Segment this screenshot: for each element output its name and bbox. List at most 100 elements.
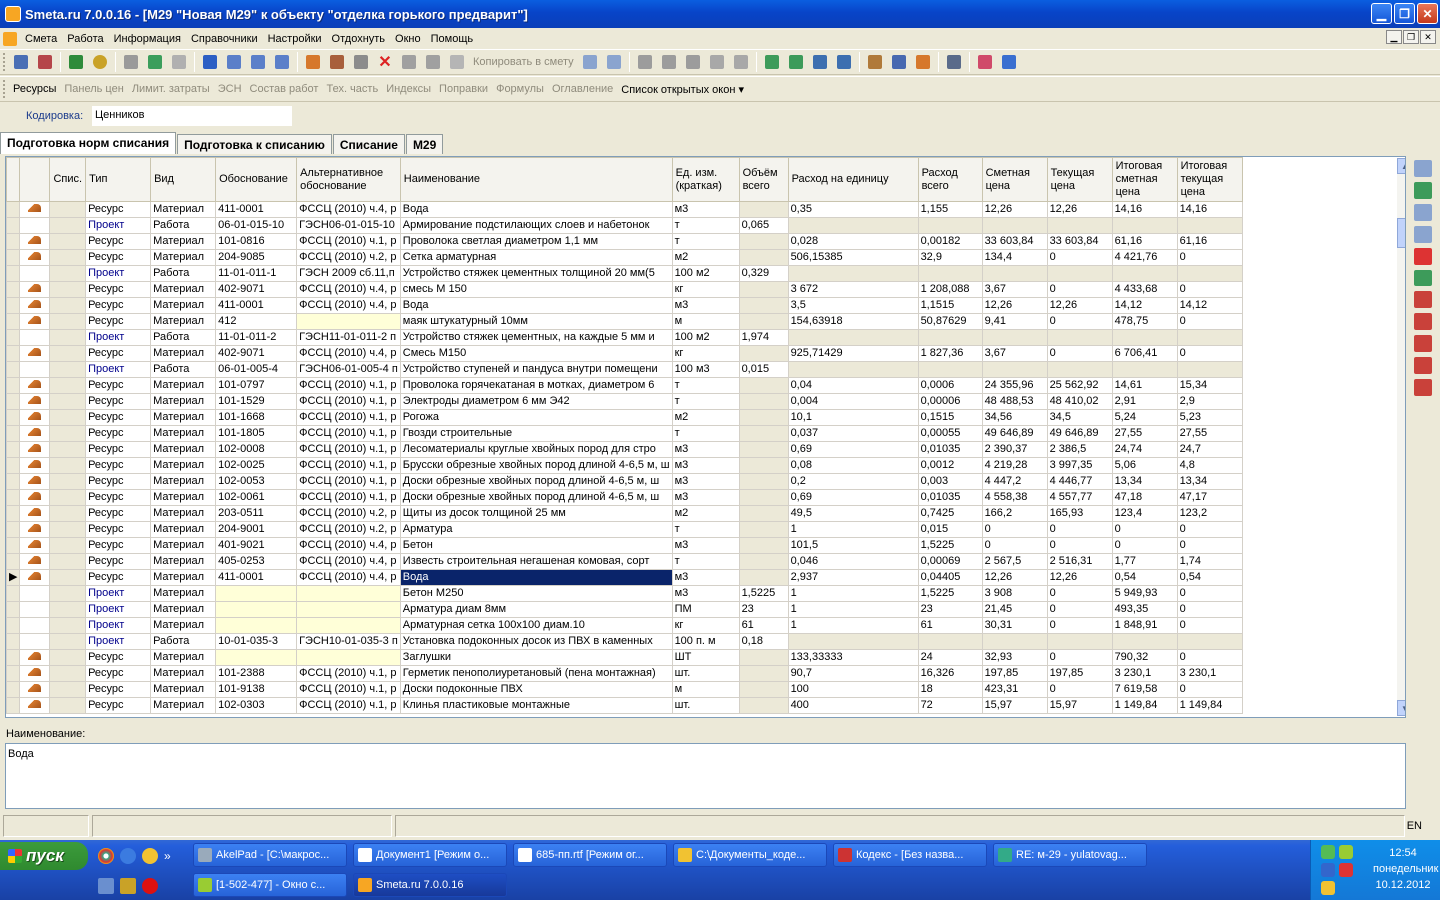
work-composition-button[interactable]: Состав работ [246, 83, 323, 95]
table-cell[interactable]: 411-0001 [215, 201, 298, 218]
name-textarea[interactable]: Вода [5, 743, 1406, 809]
mdi-minimize-button[interactable]: ▁ [1386, 30, 1402, 44]
tab-norm-preparation[interactable]: Подготовка норм списания [0, 132, 177, 154]
move-down-icon[interactable] [809, 51, 831, 73]
table-cell[interactable] [981, 329, 1048, 346]
table-cell[interactable]: т [671, 425, 740, 442]
table-cell[interactable]: м3 [671, 489, 740, 506]
table-cell[interactable]: ФССЦ (2010) ч.1, р [296, 681, 401, 698]
table-cell[interactable]: 411-0001 [215, 569, 298, 586]
table-row[interactable]: Ресурс Материал 412 маяк штукатурный 10мм м 1… [6, 313, 1243, 330]
table-cell[interactable] [787, 265, 919, 282]
table-cell[interactable] [738, 377, 789, 394]
table-cell[interactable]: Бетон М250 [399, 585, 673, 602]
table-cell[interactable] [787, 633, 919, 650]
table-cell[interactable] [787, 329, 919, 346]
table-cell[interactable]: 101-0816 [215, 233, 298, 250]
table-cell[interactable]: 102-0053 [215, 473, 298, 490]
table-cell[interactable] [1046, 633, 1113, 650]
table-cell[interactable]: 24,74 [1111, 441, 1178, 458]
block-icon[interactable] [350, 51, 372, 73]
table-cell[interactable]: 0 [1046, 537, 1113, 554]
table-cell[interactable]: 1 848,91 [1111, 617, 1178, 634]
table-cell[interactable]: 102-0025 [215, 457, 298, 474]
table-cell[interactable]: Ресурс [85, 249, 152, 266]
table-cell[interactable]: 0,015 [738, 361, 789, 378]
table-cell[interactable]: Материал [150, 665, 217, 682]
table-cell[interactable]: ГЭСН06-01-015-10 [296, 217, 401, 234]
table-cell[interactable]: 9,41 [981, 313, 1048, 330]
table-row[interactable]: ▶ Ресурс Материал 411-0001 ФССЦ (2010) ч.4, … [6, 569, 1243, 586]
table-cell[interactable] [1111, 633, 1178, 650]
task-document1[interactable]: Документ1 [Режим о... [353, 843, 507, 867]
table-row[interactable]: Ресурс Материал 102-0303 ФССЦ (2010) ч.1, р… [6, 697, 1243, 714]
table-cell[interactable]: 0 [1176, 537, 1243, 554]
table-cell[interactable]: Ресурс [85, 505, 152, 522]
table-cell[interactable]: 7 619,58 [1111, 681, 1178, 698]
table-cell[interactable]: ФССЦ (2010) ч.1, р [296, 393, 401, 410]
tech-part-button[interactable]: Тех. часть [322, 83, 382, 95]
table-cell[interactable]: 13,34 [1176, 473, 1243, 490]
table-cell[interactable]: 12,26 [1046, 569, 1113, 586]
table-cell[interactable] [215, 601, 298, 618]
quick-launch-more[interactable]: » [164, 849, 171, 863]
table-cell[interactable]: ФССЦ (2010) ч.1, р [296, 457, 401, 474]
table-cell[interactable]: м2 [671, 249, 740, 266]
table-cell[interactable]: Материал [150, 681, 217, 698]
table-cell[interactable] [49, 489, 87, 506]
table-cell[interactable]: 203-0511 [215, 505, 298, 522]
table-cell[interactable]: 0,04405 [917, 569, 983, 586]
table-cell[interactable]: 0 [1046, 249, 1113, 266]
table-cell[interactable]: 1,5225 [917, 585, 983, 602]
table-cell[interactable]: кг [671, 345, 740, 362]
table-row[interactable]: Ресурс Материал 405-0253 ФССЦ (2010) ч.4, р… [6, 553, 1243, 570]
table-cell[interactable]: Доски подоконные ПВХ [399, 681, 673, 698]
refresh-icon[interactable] [144, 51, 166, 73]
table-cell[interactable]: 493,35 [1111, 601, 1178, 618]
table-cell[interactable]: 14,16 [1111, 201, 1178, 218]
table-cell[interactable]: Материал [150, 489, 217, 506]
desktop-icon[interactable] [98, 878, 114, 894]
table-cell[interactable]: 0,046 [787, 553, 919, 570]
book-blue-icon[interactable] [998, 51, 1020, 73]
table-cell[interactable]: кг [671, 617, 740, 634]
table-row[interactable]: Ресурс Материал 203-0511 ФССЦ (2010) ч.2, р… [6, 505, 1243, 522]
table-cell[interactable]: 101-1668 [215, 409, 298, 426]
table-cell[interactable]: 101-1805 [215, 425, 298, 442]
table-cell[interactable]: 0,01035 [917, 441, 983, 458]
paste-icon[interactable] [603, 51, 625, 73]
table-cell[interactable]: кг [671, 281, 740, 298]
table-row[interactable]: Ресурс Материал 101-2388 ФССЦ (2010) ч.1, р… [6, 665, 1243, 682]
table-cell[interactable]: 0 [1176, 345, 1243, 362]
remove-machine-icon[interactable] [1414, 291, 1432, 309]
table-cell[interactable]: 197,85 [981, 665, 1048, 682]
table-cell[interactable]: 2 567,5 [981, 553, 1048, 570]
table-cell[interactable]: 0,037 [787, 425, 919, 442]
table-cell[interactable]: 0 [1111, 521, 1178, 538]
mdi-close-button[interactable]: ✕ [1420, 30, 1436, 44]
table-cell[interactable] [981, 633, 1048, 650]
table-cell[interactable]: 4,8 [1176, 457, 1243, 474]
table-cell[interactable] [296, 649, 401, 666]
table-cell[interactable]: ФССЦ (2010) ч.4, р [296, 281, 401, 298]
table-cell[interactable]: Щиты из досок толщиной 25 мм [399, 505, 673, 522]
remove-all-icon[interactable] [1414, 379, 1432, 396]
table-cell[interactable]: 15,97 [1046, 697, 1113, 714]
table-cell[interactable]: шт. [671, 697, 740, 714]
menu-okno[interactable]: Окно [390, 33, 426, 45]
menu-otdohnut[interactable]: Отдохнуть [327, 33, 391, 45]
table-cell[interactable]: 06-01-015-10 [215, 217, 298, 234]
table-cell[interactable] [981, 265, 1048, 282]
table-row[interactable]: Ресурс Материал 101-0816 ФССЦ (2010) ч.1, р… [6, 233, 1243, 250]
table-cell[interactable]: 1 149,84 [1176, 697, 1243, 714]
table-cell[interactable]: 100 [787, 681, 919, 698]
table-cell[interactable] [738, 393, 789, 410]
table-cell[interactable] [738, 505, 789, 522]
table-cell[interactable]: 165,93 [1046, 505, 1113, 522]
table-cell[interactable]: 0,004 [787, 393, 919, 410]
table-cell[interactable]: ФССЦ (2010) ч.1, р [296, 425, 401, 442]
move-up-icon[interactable] [761, 51, 783, 73]
tree-icon[interactable] [10, 51, 32, 73]
table-cell[interactable]: м3 [671, 537, 740, 554]
table-cell[interactable] [738, 489, 789, 506]
